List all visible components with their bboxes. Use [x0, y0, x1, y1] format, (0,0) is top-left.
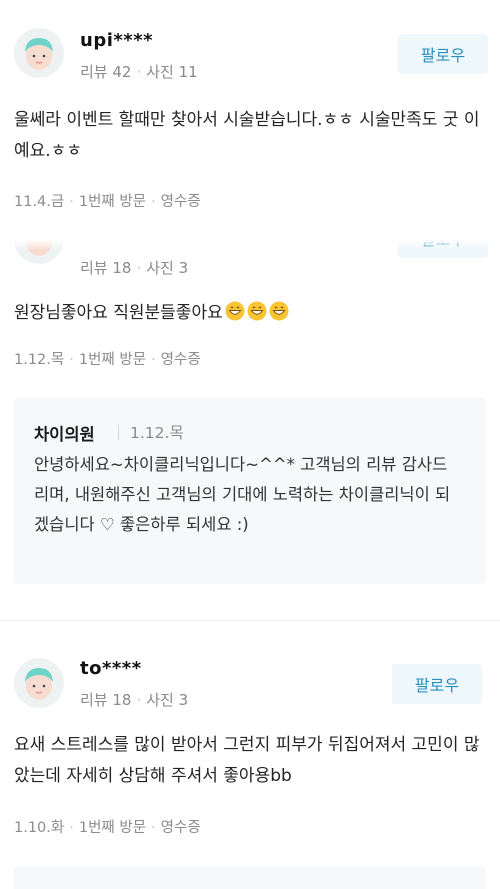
review-count: 리뷰 18	[80, 691, 132, 709]
follow-button[interactable]: 팔로우	[398, 34, 488, 74]
reviewer-stats: 리뷰 18 · 사진 3	[80, 689, 188, 710]
photo-count: 사진 11	[146, 63, 198, 81]
visit-info: 11.4.금 · 1번째 방문 · 영수증	[14, 190, 201, 211]
review-text: 울쎄라 이벤트 할때만 찾아서 시술받습니다.ㅎㅎ 시술만족도 굿 이예요.ㅎㅎ	[14, 110, 480, 161]
review-text: 요새 스트레스를 많이 받아서 그런지 피부가 뒤집어져서 고민이 많았는데 자…	[14, 735, 480, 786]
receipt-badge: 영수증	[160, 820, 201, 836]
receipt-badge: 영수증	[160, 352, 201, 368]
review-text-content: 원장님좋아요 직원분들좋아요	[14, 303, 223, 323]
review-item: to**** 리뷰 18 · 사진 3 팔로우 요새 스트레스를 많이 받아서 그런…	[0, 622, 500, 889]
divider	[0, 620, 500, 621]
review-count: 리뷰 18	[80, 259, 132, 277]
receipt-badge: 영수증	[160, 194, 201, 210]
photo-count: 사진 3	[146, 691, 189, 709]
owner-reply-clipped	[14, 866, 486, 889]
grinning-face-emoji	[269, 301, 289, 321]
reviewer-nickname[interactable]: to****	[80, 658, 142, 679]
photo-count: 사진 3	[146, 259, 189, 277]
dot-separator: ·	[69, 352, 74, 368]
reply-date: 1.12.목	[130, 424, 184, 442]
visit-date: 1.12.목	[14, 352, 65, 368]
dot-separator: ·	[136, 259, 142, 277]
dot-separator: ·	[151, 352, 156, 368]
visit-date: 1.10.화	[14, 820, 65, 836]
dot-separator: ·	[151, 194, 156, 210]
follow-button[interactable]: 팔로우	[392, 664, 482, 704]
visit-count: 1번째 방문	[78, 194, 147, 210]
reviewer-stats: 리뷰 18 · 사진 3	[80, 257, 188, 278]
grinning-face-emoji	[225, 301, 245, 321]
review-text: 원장님좋아요 직원분들좋아요	[14, 298, 490, 329]
scroll-fade	[0, 240, 500, 250]
review-item: upi**** 리뷰 42 · 사진 11 팔로우 울쎄라 이벤트 할때만 찾아서 …	[0, 0, 500, 240]
review-item: 원장님좋아요 직원분들좋아요 1.12.목 · 1번째 방문 · 영수증 차이의원 1.…	[0, 286, 500, 616]
reply-text: 안녕하세요~차이클리닉입니다~^^* 고객님의 리뷰 감사드리며, 내원해주신 …	[34, 455, 451, 534]
dot-separator: ·	[69, 820, 74, 836]
visit-info: 1.10.화 · 1번째 방문 · 영수증	[14, 816, 201, 837]
dot-separator: ·	[151, 820, 156, 836]
divider	[118, 425, 119, 440]
dot-separator: ·	[136, 691, 142, 709]
reviewer-stats: 리뷰 42 · 사진 11	[80, 61, 198, 82]
grinning-face-emoji	[247, 301, 267, 321]
owner-reply: 차이의원 1.12.목 안녕하세요~차이클리닉입니다~^^* 고객님의 리뷰 감…	[14, 398, 486, 584]
review-header-clipped: 리뷰 18·사진 3 팔로우	[0, 240, 500, 286]
reply-owner-name: 차이의원	[34, 425, 95, 444]
reviewer-nickname[interactable]: upi****	[80, 30, 153, 51]
visit-date: 11.4.금	[14, 194, 65, 210]
review-count: 리뷰 42	[80, 63, 132, 81]
avatar[interactable]	[14, 658, 64, 708]
dot-separator: ·	[136, 63, 142, 81]
visit-count: 1번째 방문	[78, 352, 147, 368]
visit-info: 1.12.목 · 1번째 방문 · 영수증	[14, 348, 201, 369]
visit-count: 1번째 방문	[78, 820, 147, 836]
dot-separator: ·	[69, 194, 74, 210]
avatar[interactable]	[14, 28, 64, 78]
